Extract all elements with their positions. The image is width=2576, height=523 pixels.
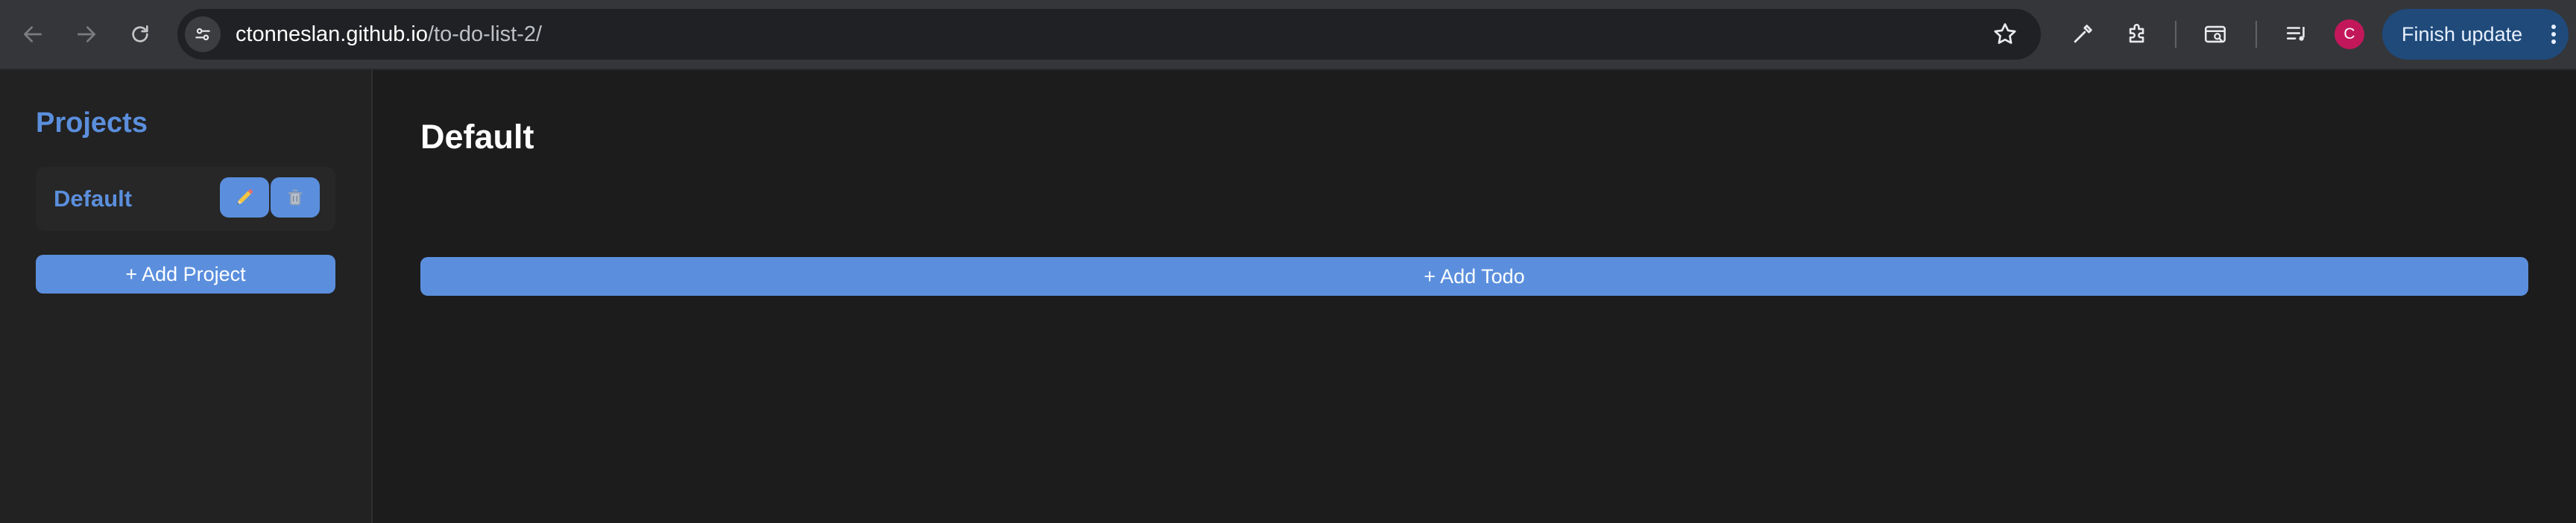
tune-icon xyxy=(195,28,210,41)
add-todo-button[interactable]: + Add Todo xyxy=(420,257,2528,296)
main-content: Default + Add Todo xyxy=(374,70,2576,523)
media-controls-button[interactable] xyxy=(2281,18,2314,51)
site-info-button[interactable] xyxy=(185,16,221,52)
more-vert-icon xyxy=(2551,25,2556,44)
reload-icon xyxy=(132,25,148,42)
url-path: /to-do-list-2/ xyxy=(427,22,543,46)
page-title: Default xyxy=(420,118,534,156)
arrow-left-icon xyxy=(24,26,42,42)
tab-search-icon xyxy=(2204,25,2226,43)
queue-music-icon xyxy=(2286,27,2305,41)
extensions-button[interactable] xyxy=(2121,18,2154,51)
toolbar-divider xyxy=(2175,21,2176,48)
bookmark-star-icon[interactable] xyxy=(1992,21,2018,48)
arrow-right-icon xyxy=(78,26,95,42)
url-host: ctonneslan.github.io xyxy=(236,22,428,46)
delete-project-button[interactable] xyxy=(271,177,320,218)
address-bar[interactable]: ctonneslan.github.io/to-do-list-2/ xyxy=(177,9,2041,60)
add-project-button[interactable]: + Add Project xyxy=(36,255,335,294)
eyedropper-button[interactable] xyxy=(2066,18,2099,51)
tab-search-button[interactable] xyxy=(2199,18,2232,51)
forward-button[interactable] xyxy=(70,18,103,51)
toolbar-divider xyxy=(2255,21,2257,48)
project-name[interactable]: Default xyxy=(54,167,132,231)
reload-button[interactable] xyxy=(124,18,157,51)
pencil-icon xyxy=(237,188,253,205)
back-button[interactable] xyxy=(16,18,49,51)
puzzle-icon xyxy=(2129,24,2144,43)
browser-toolbar: ctonneslan.github.io/to-do-list-2/ C Fin… xyxy=(0,0,2576,70)
url-text: ctonneslan.github.io/to-do-list-2/ xyxy=(236,9,542,60)
finish-update-label: Finish update xyxy=(2402,22,2523,45)
eyedropper-icon xyxy=(2074,25,2092,43)
finish-update-button[interactable]: Finish update xyxy=(2382,9,2569,60)
edit-project-button[interactable] xyxy=(220,177,269,218)
sidebar: Projects Default + Add Project xyxy=(0,70,373,523)
profile-avatar[interactable]: C xyxy=(2334,19,2364,49)
trash-icon xyxy=(288,189,303,206)
sidebar-title: Projects xyxy=(36,107,148,139)
project-item-default[interactable]: Default xyxy=(36,167,335,231)
